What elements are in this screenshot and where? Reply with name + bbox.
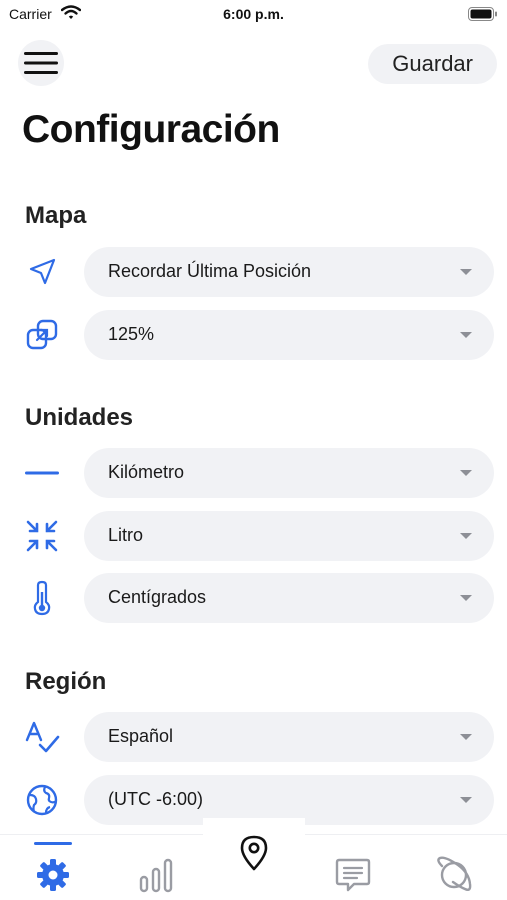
map-position-row: Recordar Última Posición [0, 247, 507, 297]
map-scale-value: 125% [108, 324, 155, 344]
planet-icon [437, 856, 472, 892]
compress-arrows-icon [20, 518, 64, 554]
status-bar: Carrier 6:00 p.m. [0, 0, 507, 30]
messages-icon [335, 858, 371, 892]
navigation-arrow-icon [20, 254, 64, 290]
distance-unit-value: Kilómetro [108, 462, 185, 482]
chevron-down-icon [460, 595, 472, 601]
distance-unit-row: Kilómetro [0, 448, 507, 498]
volume-unit-row: Litro [0, 511, 507, 561]
tab-explore[interactable] [429, 852, 479, 898]
language-spellcheck-icon [20, 719, 64, 755]
stats-bars-icon [139, 858, 173, 893]
timezone-value: (UTC -6:00) [108, 789, 204, 809]
temperature-unit-row: Centígrados [0, 573, 507, 623]
settings-gear-icon [37, 859, 69, 891]
language-row: Español [0, 712, 507, 762]
map-scale-row: 125% [0, 310, 507, 360]
map-position-value: Recordar Última Posición [108, 261, 312, 281]
tab-settings[interactable] [28, 852, 78, 898]
globe-icon [20, 782, 64, 818]
chevron-down-icon [460, 734, 472, 740]
map-position-select[interactable]: Recordar Última Posición [84, 247, 494, 297]
chevron-down-icon [460, 533, 472, 539]
distance-unit-select[interactable]: Kilómetro [84, 448, 494, 498]
language-value: Español [108, 726, 174, 746]
tab-stats[interactable] [131, 852, 181, 898]
temperature-unit-select[interactable]: Centígrados [84, 573, 494, 623]
active-tab-indicator [34, 842, 72, 845]
battery-icon [468, 7, 498, 26]
section-title-map: Mapa [25, 202, 87, 229]
map-scale-select[interactable]: 125% [84, 310, 494, 360]
save-button[interactable]: Guardar [368, 44, 497, 84]
chevron-down-icon [460, 269, 472, 275]
tab-messages[interactable] [328, 852, 378, 898]
map-pin-icon [240, 835, 268, 871]
scale-squares-icon [20, 317, 64, 353]
chevron-down-icon [460, 470, 472, 476]
volume-unit-select[interactable]: Litro [84, 511, 494, 561]
volume-unit-value: Litro [108, 525, 144, 545]
section-title-region: Región [25, 668, 107, 695]
section-title-units: Unidades [25, 404, 134, 431]
horizontal-line-icon [20, 455, 64, 491]
language-select[interactable]: Español [84, 712, 494, 762]
page-title: Configuración [22, 108, 280, 151]
thermometer-icon [20, 580, 64, 616]
temperature-unit-value: Centígrados [108, 587, 207, 607]
hamburger-menu-icon [24, 52, 58, 74]
clock-time: 6:00 p.m. [223, 6, 284, 22]
chevron-down-icon [460, 332, 472, 338]
chevron-down-icon [460, 797, 472, 803]
menu-button[interactable] [18, 40, 64, 86]
